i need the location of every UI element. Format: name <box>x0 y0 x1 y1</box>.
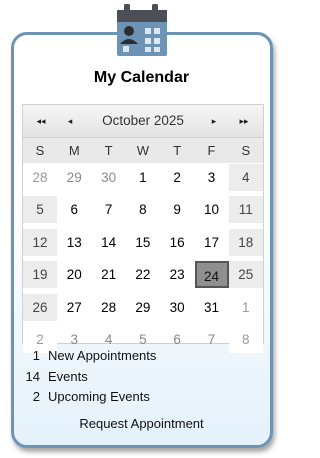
prev-month-button[interactable]: ◂ <box>59 105 81 137</box>
next-year-button[interactable]: ▸▸ <box>232 105 256 137</box>
calendar-day[interactable]: 1 <box>228 293 263 321</box>
weekday-label: M <box>68 143 80 158</box>
summary-count: 2 <box>32 389 40 404</box>
weekday-label: W <box>136 143 150 158</box>
summary-row[interactable]: 2 Upcoming Events <box>22 387 252 408</box>
calendar-day[interactable]: 21 <box>92 261 126 288</box>
calendar-day[interactable]: 18 <box>228 228 263 256</box>
calendar-day[interactable]: 26 <box>23 293 57 321</box>
widget-title: My Calendar <box>93 69 190 86</box>
weekday-label: S <box>35 143 45 158</box>
calendar-day[interactable]: 2 <box>160 164 194 191</box>
calendar-day[interactable]: 30 <box>92 164 126 191</box>
calendar-day[interactable]: 10 <box>195 196 229 223</box>
calendar-day[interactable]: 7 <box>92 196 126 223</box>
summary-label: Upcoming Events <box>48 389 150 404</box>
calendar-day[interactable]: 9 <box>160 196 194 223</box>
calendar-day[interactable]: 17 <box>195 229 229 256</box>
calendar-day[interactable]: 22 <box>126 261 160 288</box>
summary-label: Events <box>48 368 88 384</box>
calendar-day-today[interactable]: 24 <box>194 261 229 289</box>
calendar-day[interactable]: 28 <box>23 164 57 191</box>
calendar-user-icon <box>117 4 167 56</box>
weekday-label: T <box>173 143 182 158</box>
request-appointment-link[interactable]: Request Appointment <box>0 416 283 431</box>
calendar-day[interactable]: 8 <box>126 196 160 223</box>
calendar-day[interactable]: 28 <box>92 294 126 321</box>
calendar-day[interactable]: 19 <box>23 261 57 289</box>
calendar-day[interactable]: 6 <box>57 196 91 223</box>
calendar-day[interactable]: 4 <box>228 164 263 191</box>
calendar-day[interactable]: 31 <box>195 294 229 321</box>
calendar-day[interactable]: 16 <box>160 229 194 256</box>
weekday-label: S <box>241 143 251 158</box>
weekday-label: F <box>207 143 216 158</box>
summary-count: 14 <box>25 368 40 384</box>
calendar-day[interactable]: 1 <box>126 164 160 191</box>
summary-count: 1 <box>32 348 40 363</box>
day-grid: 28 29 30 1 2 3 4 5 6 7 8 9 10 11 12 13 14 15 16 17 18 19 20 21 2… <box>23 164 263 353</box>
calendar-day[interactable]: 29 <box>126 294 160 321</box>
weekday-label: T <box>104 143 113 158</box>
prev-year-button[interactable]: ◂◂ <box>29 105 53 137</box>
calendar-day[interactable]: 25 <box>228 261 263 289</box>
calendar-day[interactable]: 29 <box>57 164 91 191</box>
summary-list: 1 New Appointments 14 Events 2 Upcoming Event… <box>22 346 252 408</box>
calendar-day[interactable]: 20 <box>57 261 91 288</box>
calendar-grid: ◂◂ ◂ October 2025 ▸ ▸▸ SMTWTFS 28 29 30 1 2 3… <box>22 104 264 353</box>
calendar-day[interactable]: 11 <box>228 196 263 224</box>
calendar-day[interactable]: 15 <box>126 229 160 256</box>
calendar-day[interactable]: 30 <box>160 294 194 321</box>
calendar-day[interactable]: 3 <box>195 164 229 191</box>
weekday-header: SMTWTFS <box>23 138 263 163</box>
next-month-button[interactable]: ▸ <box>203 105 225 137</box>
calendar-day[interactable]: 5 <box>23 196 57 224</box>
calendar-nav-bar: ◂◂ ◂ October 2025 ▸ ▸▸ <box>23 105 263 138</box>
month-label[interactable]: October 2025 <box>83 105 203 137</box>
calendar-day[interactable]: 23 <box>160 261 194 288</box>
calendar-day[interactable]: 12 <box>23 228 57 256</box>
calendar-day[interactable]: 14 <box>92 229 126 256</box>
summary-label: New Appointments <box>48 348 157 363</box>
calendar-day[interactable]: 13 <box>57 229 91 256</box>
summary-row[interactable]: 14 Events <box>22 367 252 388</box>
summary-row[interactable]: 1 New Appointments <box>22 346 252 367</box>
calendar-day[interactable]: 27 <box>57 294 91 321</box>
